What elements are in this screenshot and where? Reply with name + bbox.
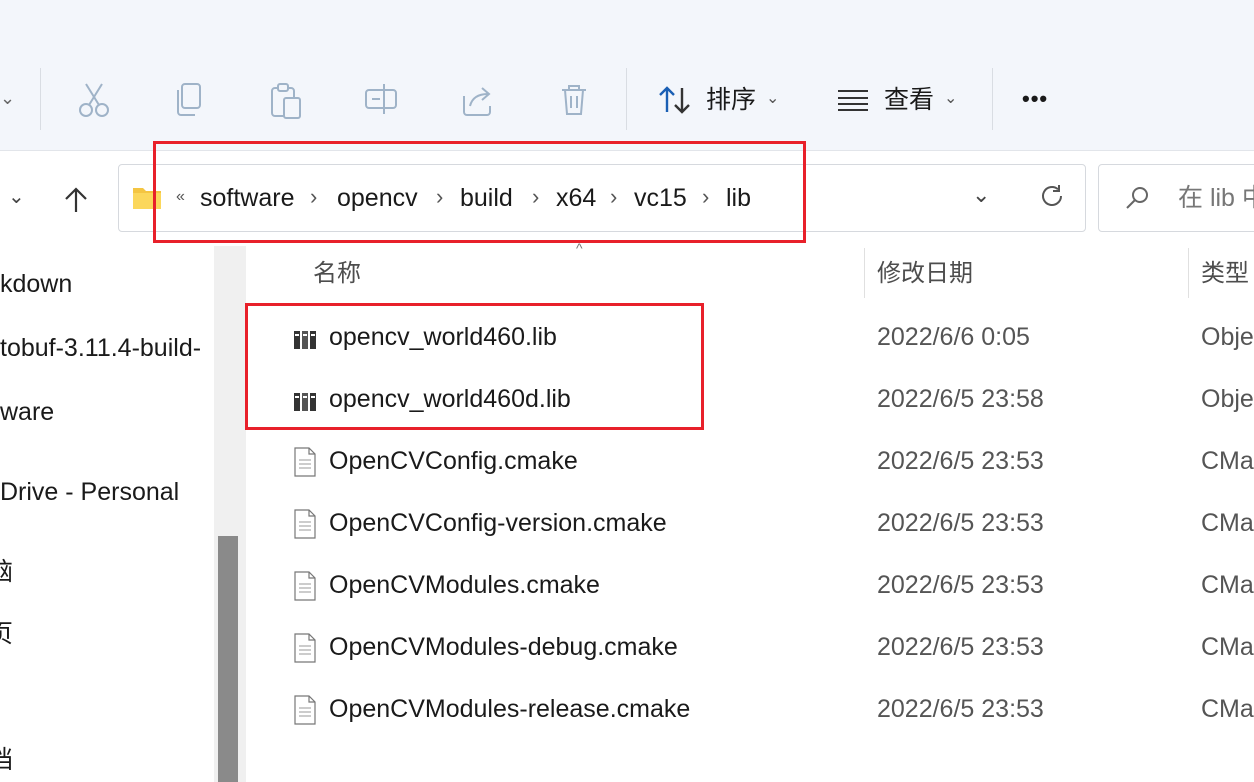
file-type: CMa (1201, 633, 1254, 661)
column-divider[interactable] (864, 248, 865, 298)
file-row[interactable]: OpenCVModules-release.cmake 2022/6/5 23:5… (248, 679, 1254, 741)
file-modified-date: 2022/6/5 23:53 (877, 447, 1044, 475)
column-header-name[interactable]: 名称 (313, 258, 361, 290)
paste-icon[interactable] (266, 80, 306, 120)
delete-icon[interactable] (554, 80, 594, 120)
file-type: CMa (1201, 695, 1254, 723)
file-modified-date: 2022/6/6 0:05 (877, 323, 1030, 351)
file-name[interactable]: OpenCVConfig.cmake (329, 445, 578, 477)
nav-scrollbar-thumb[interactable] (218, 536, 238, 782)
command-bar: ⌄ 排序 ⌄ 查看 ⌄ ••• (0, 0, 1254, 150)
toolbar-separator (626, 68, 627, 130)
nav-item-onedrive[interactable]: Drive - Personal (0, 476, 179, 508)
file-modified-date: 2022/6/5 23:58 (877, 385, 1044, 413)
text-file-icon (294, 633, 316, 663)
rename-icon[interactable] (362, 80, 402, 120)
copy-icon[interactable] (170, 80, 210, 120)
file-type: CMa (1201, 571, 1254, 599)
share-icon[interactable] (458, 80, 498, 120)
cut-icon[interactable] (74, 80, 114, 120)
address-history-chevron-icon[interactable]: ⌄ (972, 182, 990, 208)
toolbar-separator (992, 68, 993, 130)
column-divider[interactable] (1188, 248, 1189, 298)
file-row[interactable]: OpenCVModules-debug.cmake 2022/6/5 23:53 C… (248, 617, 1254, 679)
chevron-left-icon[interactable]: ⌄ (0, 88, 15, 109)
file-modified-date: 2022/6/5 23:53 (877, 571, 1044, 599)
column-header-type[interactable]: 类型 (1201, 258, 1249, 290)
nav-item[interactable]: 档 (0, 744, 13, 776)
file-modified-date: 2022/6/5 23:53 (877, 633, 1044, 661)
more-options-button[interactable]: ••• (1022, 86, 1048, 112)
file-name[interactable]: OpenCVModules.cmake (329, 569, 600, 601)
sort-button[interactable]: 排序 ⌄ (656, 80, 786, 120)
up-arrow-icon[interactable] (60, 184, 92, 216)
chevron-down-icon: ⌄ (766, 90, 780, 107)
refresh-icon[interactable] (1038, 182, 1066, 210)
text-file-icon (294, 447, 316, 477)
text-file-icon (294, 571, 316, 601)
highlight-box-lib-files (245, 303, 704, 430)
view-label: 查看 (884, 86, 935, 114)
file-type: CMa (1201, 509, 1254, 537)
file-modified-date: 2022/6/5 23:53 (877, 509, 1044, 537)
text-file-icon (294, 695, 316, 725)
text-file-icon (294, 509, 316, 539)
chevron-down-icon: ⌄ (944, 90, 958, 107)
nav-item[interactable]: kdown (0, 268, 72, 300)
view-button[interactable]: 查看 ⌄ (834, 80, 964, 120)
search-icon (1126, 187, 1148, 209)
recent-locations-chevron-icon[interactable]: ⌄ (8, 184, 25, 209)
sort-arrows-icon (659, 86, 690, 114)
file-row[interactable]: OpenCVModules.cmake 2022/6/5 23:53 CMa (248, 555, 1254, 617)
navigation-pane: kdown tobuf-3.11.4-build- ware Drive - P… (0, 246, 214, 782)
highlight-box-address (153, 141, 806, 243)
column-header-modified[interactable]: 修改日期 (877, 258, 973, 290)
search-placeholder: 在 lib 中 (1178, 184, 1254, 212)
toolbar-separator (40, 68, 41, 130)
file-type: Obje (1201, 385, 1254, 413)
sort-indicator-icon: ^ (576, 240, 583, 256)
sort-label: 排序 (706, 86, 757, 114)
file-name[interactable]: OpenCVModules-release.cmake (329, 693, 690, 725)
file-modified-date: 2022/6/5 23:53 (877, 695, 1044, 723)
file-row[interactable]: OpenCVConfig.cmake 2022/6/5 23:53 CMa (248, 431, 1254, 493)
nav-item[interactable]: 脑 (0, 556, 13, 588)
nav-item[interactable]: tobuf-3.11.4-build- (0, 332, 201, 364)
file-type: Obje (1201, 323, 1254, 351)
file-row[interactable]: OpenCVConfig-version.cmake 2022/6/5 23:53… (248, 493, 1254, 555)
nav-item[interactable]: 页 (0, 618, 13, 650)
nav-item[interactable]: ware (0, 396, 54, 428)
file-name[interactable]: OpenCVModules-debug.cmake (329, 631, 678, 663)
list-view-icon (838, 90, 868, 111)
file-type: CMa (1201, 447, 1254, 475)
file-name[interactable]: OpenCVConfig-version.cmake (329, 507, 667, 539)
